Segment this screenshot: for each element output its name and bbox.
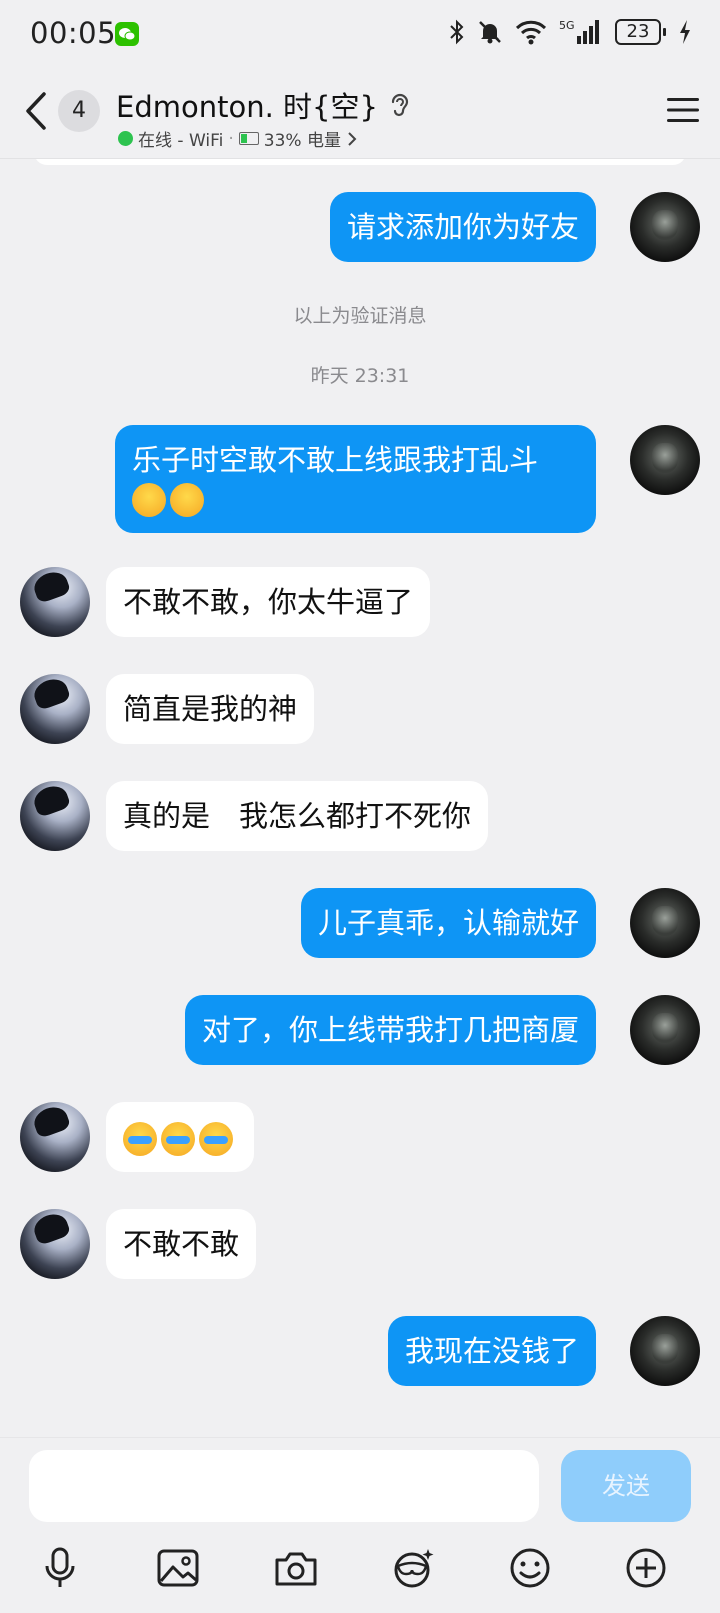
avatar[interactable] xyxy=(630,425,700,495)
wechat-icon xyxy=(115,22,139,46)
status-time: 00:05 xyxy=(30,16,117,50)
send-button[interactable]: 发送 xyxy=(561,1450,691,1522)
mute-icon xyxy=(479,21,501,44)
avatar[interactable] xyxy=(20,567,90,637)
online-dot xyxy=(118,131,133,146)
bluetooth-icon xyxy=(450,19,464,45)
message-bubble[interactable]: 简直是我的神 xyxy=(106,674,315,744)
image-icon[interactable] xyxy=(152,1542,204,1594)
hamburger-icon xyxy=(667,98,699,122)
avatar[interactable] xyxy=(630,192,700,262)
laughing-tears-emoji xyxy=(132,483,166,517)
laughing-tears-emoji xyxy=(170,483,204,517)
avatar[interactable] xyxy=(630,1316,700,1386)
ear-icon[interactable] xyxy=(388,90,410,120)
svg-text:5G: 5G xyxy=(559,19,575,32)
message-input[interactable] xyxy=(29,1450,539,1522)
timestamp: 昨天 23:31 xyxy=(310,365,410,387)
battery-level: 23 xyxy=(615,19,661,45)
avatar[interactable] xyxy=(630,995,700,1065)
crying-emoji xyxy=(161,1122,195,1156)
online-status: 在线 - WiFi xyxy=(138,131,224,151)
message-bubble[interactable]: 儿子真乖，认输就好 xyxy=(300,888,596,958)
message-bubble[interactable]: 乐子时空敢不敢上线跟我打乱斗 😂😂 xyxy=(115,425,596,533)
battery-status: 33% 电量 xyxy=(263,131,341,151)
previous-message-bubble xyxy=(34,159,686,165)
chevron-right-icon xyxy=(348,131,357,146)
message-bubble[interactable]: 请求添加你为好友 xyxy=(329,192,596,262)
input-bar: 发送 xyxy=(0,1437,720,1613)
menu-button[interactable] xyxy=(666,96,700,128)
wifi-icon xyxy=(515,20,547,45)
unread-count-badge[interactable]: 4 xyxy=(58,90,100,132)
contact-name[interactable]: Edmonton. 时{空} xyxy=(116,84,378,126)
battery-icon xyxy=(238,132,259,145)
chat-header: 4 Edmonton. 时{空} 在线 - WiFi · 33% 电量 xyxy=(0,68,720,159)
message-text: 乐子时空敢不敢上线跟我打乱斗 xyxy=(132,443,539,477)
contact-status[interactable]: 在线 - WiFi · 33% 电量 xyxy=(118,126,358,151)
input-toolbar xyxy=(0,1542,720,1602)
system-message: 以上为验证消息 xyxy=(293,305,427,327)
camera-icon[interactable] xyxy=(270,1542,322,1594)
microphone-icon[interactable] xyxy=(34,1542,86,1594)
avatar[interactable] xyxy=(20,781,90,851)
message-bubble[interactable]: 😭😭😭 xyxy=(106,1102,254,1172)
message-bubble[interactable]: 我现在没钱了 xyxy=(387,1316,596,1386)
emoji-icon[interactable] xyxy=(504,1542,556,1594)
battery-indicator: 23 xyxy=(615,19,666,45)
chevron-left-icon xyxy=(26,92,46,130)
status-icons: 5G 23 xyxy=(449,18,692,46)
avatar[interactable] xyxy=(20,1102,90,1172)
5g-signal-icon: 5G xyxy=(559,19,599,44)
message-bubble[interactable]: 真的是 我怎么都打不死你 xyxy=(106,781,489,851)
avatar[interactable] xyxy=(20,1209,90,1279)
message-list[interactable]: 请求添加你为好友 以上为验证消息 昨天 23:31 乐子时空敢不敢上线跟我打乱斗… xyxy=(0,159,720,1437)
charging-icon xyxy=(680,20,690,44)
back-button[interactable] xyxy=(22,90,48,136)
message-bubble[interactable]: 不敢不敢，你太牛逼了 xyxy=(106,567,431,637)
crying-emoji xyxy=(199,1122,233,1156)
mask-icon[interactable] xyxy=(388,1542,440,1594)
status-bar: 00:05 5G 23 xyxy=(0,0,720,68)
avatar[interactable] xyxy=(20,674,90,744)
avatar[interactable] xyxy=(630,888,700,958)
message-bubble[interactable]: 对了，你上线带我打几把商厦 xyxy=(184,995,596,1065)
plus-icon[interactable] xyxy=(620,1542,672,1594)
message-bubble[interactable]: 不敢不敢 xyxy=(106,1209,257,1279)
crying-emoji xyxy=(123,1122,157,1156)
